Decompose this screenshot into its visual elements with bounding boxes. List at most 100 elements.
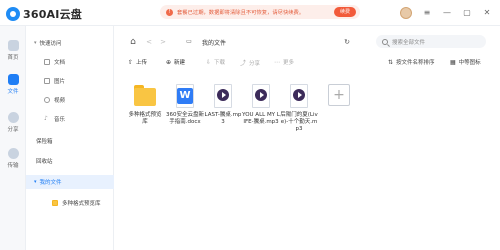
view-label: 中等图标: [458, 60, 481, 66]
video-icon: [44, 97, 50, 103]
grid-icon: ▦: [450, 58, 456, 66]
sidebar-item-recycle-bin[interactable]: 回收站: [26, 154, 114, 168]
more-button[interactable]: ⋯ 更多: [274, 58, 295, 67]
app-logo: 360AI云盘: [6, 6, 82, 22]
sidebar-item-label: 保险箱: [36, 139, 53, 145]
add-file-button[interactable]: +: [320, 84, 358, 108]
file-item[interactable]: 后陽门的夏(Live)-十个勤天.mp3: [280, 84, 318, 133]
sidebar-item-label: 回收站: [36, 159, 53, 165]
expiry-notice: ! 套餐已过期，数据即将清除且不可恢复，请尽快续费。 续费: [160, 5, 360, 19]
plus-icon: +: [328, 84, 350, 106]
quick-access-header[interactable]: ▾ 快速访问: [26, 36, 114, 50]
share-icon: ⤴: [240, 60, 247, 67]
add-tile: +: [328, 84, 350, 108]
warning-icon: !: [166, 8, 173, 16]
rail-item-files[interactable]: 文件: [0, 74, 26, 95]
file-name: LAST-騰桌.mp3: [204, 112, 242, 125]
rail-label: 文件: [7, 89, 19, 95]
sidebar-item-label: 图片: [54, 79, 66, 85]
sort-icon: ⇅: [388, 58, 394, 66]
search-box[interactable]: 搜索全部文件: [376, 35, 486, 48]
view-mode-button[interactable]: ▦ 中等图标: [450, 58, 481, 67]
cloud-logo-icon: [6, 7, 20, 21]
rail-label: 首页: [7, 55, 19, 61]
sidebar-item-label: 音乐: [54, 117, 66, 123]
image-icon: [44, 78, 50, 84]
file-item[interactable]: YOU ALL MY LIFE-騰桌.mp3: [242, 84, 280, 126]
share-icon: [7, 112, 19, 123]
path-bar: ⌂ < > ▭ 我的文件 ↻ 搜索全部文件: [114, 34, 500, 50]
breadcrumb[interactable]: 我的文件: [202, 38, 226, 47]
sidebar-item-videos[interactable]: 视频: [26, 93, 114, 107]
rail-item-share[interactable]: 分享: [0, 112, 26, 133]
sidebar-item-subfolder[interactable]: 多种格式预览库: [26, 196, 114, 210]
main-panel: ⌂ < > ▭ 我的文件 ↻ 搜索全部文件 ⇧ 上传 ⊕ 新建 ⇩ 下载 ⤴ 分…: [114, 26, 500, 250]
new-button[interactable]: ⊕ 新建: [166, 58, 186, 67]
chevron-down-icon: ▾: [34, 179, 37, 185]
sidebar-item-label: 文档: [54, 60, 66, 66]
file-item[interactable]: 多种格式预览库: [126, 84, 164, 126]
rail-label: 传输: [7, 163, 19, 169]
more-label: 更多: [283, 60, 295, 66]
file-item[interactable]: LAST-騰桌.mp3: [204, 84, 242, 126]
path-folder-icon: ▭: [186, 38, 192, 45]
file-name: 后陽门的夏(Live)-十个勤天.mp3: [280, 112, 318, 132]
music-file-icon: [212, 84, 234, 108]
back-button[interactable]: <: [144, 37, 154, 47]
sidebar-item-documents[interactable]: 文档: [26, 55, 114, 69]
document-icon: [44, 59, 50, 65]
sidebar: ▾ 快速访问 文档 图片 视频 ♪ 音乐 保险箱 回收站 ▾ 我的文件 多种格式…: [26, 26, 114, 250]
folder-icon: [7, 74, 19, 85]
app-logo-text: 360AI云盘: [23, 8, 82, 21]
forward-button[interactable]: >: [158, 37, 168, 47]
share-button[interactable]: ⤴ 分享: [240, 58, 260, 67]
search-icon: [382, 38, 388, 45]
nav-rail: 首页 文件 分享 传输: [0, 26, 26, 250]
notice-text: 套餐已过期，数据即将清除且不可恢复，请尽快续费。: [177, 10, 305, 16]
title-bar: 360AI云盘 ! 套餐已过期，数据即将清除且不可恢复，请尽快续费。 续费 ≡ …: [0, 0, 500, 26]
renew-button[interactable]: 续费: [334, 7, 356, 17]
word-document-icon: W: [174, 84, 196, 108]
rail-item-transfer[interactable]: 传输: [0, 148, 26, 169]
upload-icon: ⇧: [128, 58, 134, 66]
menu-icon[interactable]: ≡: [422, 8, 432, 18]
home-icon[interactable]: ⌂: [128, 37, 138, 47]
download-label: 下载: [214, 60, 226, 66]
rail-item-home[interactable]: 首页: [0, 40, 26, 61]
window-controls: ≡ — ▢ ✕: [400, 7, 492, 19]
chevron-down-icon: ▾: [34, 40, 37, 46]
sidebar-item-music[interactable]: ♪ 音乐: [26, 112, 114, 126]
file-name: 多种格式预览库: [128, 112, 162, 125]
download-button[interactable]: ⇩ 下载: [206, 58, 226, 67]
sidebar-item-label: 多种格式预览库: [62, 201, 101, 207]
sidebar-item-label: 我的文件: [39, 180, 62, 186]
file-item[interactable]: W 360安全云盘新手指南.docx: [166, 84, 204, 126]
sidebar-item-label: 视频: [54, 98, 66, 104]
minimize-button[interactable]: —: [442, 8, 452, 18]
rail-label: 分享: [7, 127, 19, 133]
file-name: YOU ALL MY LIFE-騰桌.mp3: [242, 112, 280, 125]
new-label: 新建: [174, 60, 186, 66]
transfer-icon: [7, 148, 19, 159]
file-name: 360安全云盘新手指南.docx: [166, 112, 204, 125]
avatar[interactable]: [400, 7, 412, 19]
more-icon: ⋯: [274, 58, 280, 66]
music-icon: ♪: [44, 115, 48, 122]
upload-button[interactable]: ⇧ 上传: [128, 58, 148, 67]
maximize-button[interactable]: ▢: [462, 8, 472, 18]
upload-label: 上传: [136, 60, 148, 66]
sort-label: 按文件名称排序: [396, 60, 435, 66]
sidebar-item-images[interactable]: 图片: [26, 74, 114, 88]
sidebar-item-my-files[interactable]: ▾ 我的文件: [26, 175, 114, 189]
download-icon: ⇩: [206, 58, 212, 66]
sidebar-item-safe[interactable]: 保险箱: [26, 134, 114, 148]
close-button[interactable]: ✕: [482, 8, 492, 18]
folder-icon: [52, 200, 58, 206]
sort-button[interactable]: ⇅ 按文件名称排序: [388, 58, 435, 67]
search-input[interactable]: 搜索全部文件: [392, 38, 425, 46]
folder-icon: [134, 84, 156, 108]
share-label: 分享: [249, 60, 261, 67]
home-icon: [7, 40, 19, 51]
refresh-button[interactable]: ↻: [342, 37, 352, 47]
toolbar: ⇧ 上传 ⊕ 新建 ⇩ 下载 ⤴ 分享 ⋯ 更多 ⇅ 按文件名称排序 ▦ 中等图…: [114, 56, 500, 70]
